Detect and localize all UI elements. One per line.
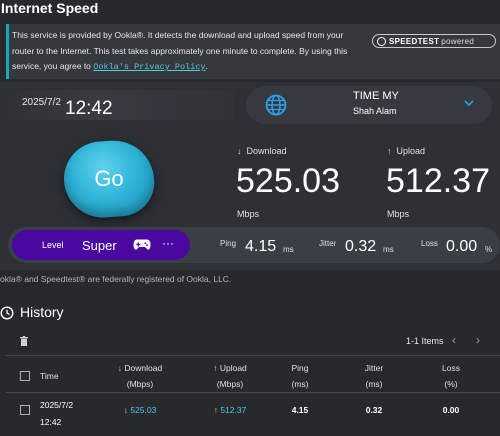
col-ping: Ping (ms)	[291, 363, 309, 389]
row-loss: 0.00	[442, 405, 460, 415]
speedtest-logo: SPEEDTEST powered	[372, 34, 496, 48]
download-header: ↓ Download	[237, 146, 287, 156]
upload-value: 512.37	[386, 162, 490, 200]
level-value: Super	[82, 238, 117, 253]
row-upload-arrow-icon: ↑	[213, 405, 218, 415]
row-time: 2025/7/2 12:42	[40, 400, 74, 427]
server-name: TIME MY	[353, 90, 399, 102]
col-loss: Loss (%)	[442, 363, 460, 389]
jitter-value: 0.32	[345, 238, 377, 255]
level-label: Level	[42, 240, 64, 250]
col-upload: ↑ Upload (Mbps)	[213, 363, 247, 389]
speedtest-powered: powered	[441, 36, 475, 46]
test-time: 12:42	[65, 98, 113, 119]
speedtest-dial-icon	[377, 36, 386, 46]
trash-icon[interactable]	[20, 336, 28, 346]
prev-page-button[interactable]: ‹	[452, 333, 456, 347]
download-arrow-icon: ↓	[237, 146, 242, 156]
ping-unit: ms	[283, 245, 294, 254]
table-divider	[6, 355, 500, 356]
info-text: This service is provided by Ookla®. It d…	[12, 28, 360, 76]
row-jitter: 0.32	[365, 405, 383, 415]
page-title: Internet Speed	[0, 0, 500, 20]
row-checkbox[interactable]	[20, 405, 30, 415]
jitter-label: Jitter	[319, 239, 337, 248]
jitter-unit: ms	[383, 245, 394, 254]
col-jitter: Jitter (ms)	[364, 363, 384, 389]
select-all-checkbox[interactable]	[20, 371, 30, 381]
more-icon[interactable]: ···	[162, 236, 174, 250]
go-label[interactable]: Go	[64, 166, 154, 192]
history-title: History	[20, 304, 64, 320]
upload-header: ↑ Upload	[387, 146, 425, 156]
privacy-policy-link[interactable]: Ookla's Privacy Policy	[93, 62, 205, 72]
col-time: Time	[40, 371, 59, 381]
upload-unit: Mbps	[387, 209, 410, 219]
info-period: .	[205, 61, 208, 71]
loss-unit: %	[485, 245, 493, 254]
items-count: 1-1 Items	[406, 336, 444, 346]
col-download: ↓ Download (Mbps)	[117, 363, 163, 389]
row-download: ↓ 525.03	[123, 405, 157, 415]
server-location: Shah Alam	[353, 106, 397, 116]
globe-icon	[265, 94, 287, 116]
download-label: Download	[246, 146, 287, 156]
chevron-down-icon[interactable]	[462, 96, 476, 110]
table-divider	[6, 392, 500, 393]
loss-label: Loss	[421, 239, 438, 248]
gamepad-icon	[133, 239, 151, 250]
history-icon	[0, 306, 14, 320]
ping-label: Ping	[220, 239, 237, 248]
ping-value: 4.15	[245, 238, 277, 255]
upload-label: Upload	[396, 146, 426, 156]
upload-arrow-icon: ↑	[387, 146, 392, 156]
download-col-arrow-icon: ↓	[117, 363, 123, 373]
row-upload: ↑ 512.37	[213, 405, 247, 415]
row-ping: 4.15	[291, 405, 309, 415]
trademark-footnote: okla® and Speedtest® are federally regis…	[0, 274, 232, 284]
download-unit: Mbps	[237, 209, 260, 219]
upload-col-arrow-icon: ↑	[213, 363, 218, 373]
download-value: 525.03	[236, 162, 340, 200]
test-date: 2025/7/2	[22, 97, 61, 108]
next-page-button[interactable]: ›	[476, 333, 480, 347]
speedtest-brand: SPEEDTEST	[389, 36, 440, 46]
row-download-arrow-icon: ↓	[123, 405, 128, 415]
loss-value: 0.00	[446, 238, 478, 255]
